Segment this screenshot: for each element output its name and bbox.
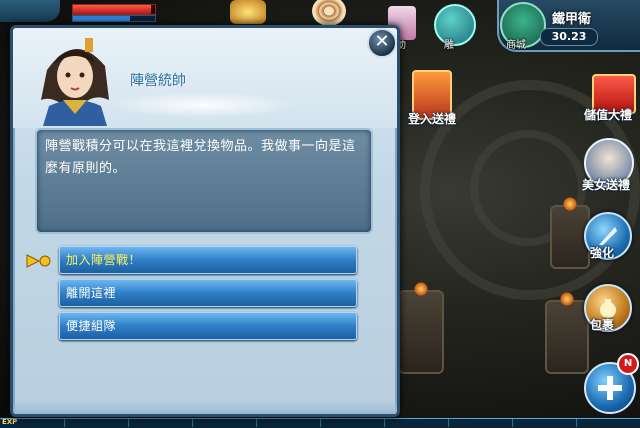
npc-name: 陣營統帥 xyxy=(130,73,186,89)
close-button[interactable]: ✕ xyxy=(367,28,397,58)
bag-label: 包裹 xyxy=(590,318,615,332)
currency-display: 30.23 xyxy=(540,28,598,46)
option-join-faction-war[interactable]: 加入陣營戰！ xyxy=(59,246,357,274)
dialog-bottom-decoration xyxy=(13,400,397,414)
hp-bar xyxy=(72,4,156,15)
hud-label-statue: 雕 xyxy=(444,40,454,51)
player-frame[interactable] xyxy=(0,0,60,22)
option-label: 加入陣營戰！ xyxy=(66,253,142,267)
statue-icon[interactable] xyxy=(434,4,476,46)
avatar-gift-label: 美女送禮 xyxy=(582,178,631,192)
dialog-text-box: 陣營戰積分可以在我這裡兌換物品。我做事一向是這麼有原則的。 xyxy=(35,128,373,234)
exp-segment-divider xyxy=(256,419,257,427)
gold-pile-icon[interactable] xyxy=(230,0,266,24)
mp-fill xyxy=(73,16,131,21)
exp-label: EXP xyxy=(2,418,18,426)
exp-segment-divider xyxy=(320,419,321,427)
mp-bar xyxy=(72,15,156,22)
topup-gift-label: 儲值大禮 xyxy=(584,108,633,122)
npc-dialog-text: 陣營戰積分可以在我這裡兌換物品。我做事一向是這麼有原則的。 xyxy=(45,139,356,176)
option-label: 便捷組隊 xyxy=(66,319,117,333)
login-gift-label: 登入送禮 xyxy=(408,112,457,126)
header-decoration xyxy=(108,92,298,118)
exp-segment-divider xyxy=(384,419,385,427)
npc-dialog: 陣營統帥 ✕ 陣營戰積分可以在我這裡兌換物品。我做事一向是這麼有原則的。 加入陣… xyxy=(10,25,400,417)
exp-segment-divider xyxy=(576,419,577,427)
option-label: 離開這裡 xyxy=(66,286,117,300)
selection-arrow-icon xyxy=(26,254,51,268)
exp-segment-divider xyxy=(64,419,65,427)
npc-portrait xyxy=(41,38,109,126)
exp-segment-divider xyxy=(512,419,513,427)
exp-segment-divider xyxy=(192,419,193,427)
new-badge: N xyxy=(617,353,639,375)
hud-label-shop: 商城 xyxy=(506,40,526,51)
close-icon: ✕ xyxy=(374,31,390,52)
option-quick-team[interactable]: 便捷組隊 xyxy=(59,312,357,340)
exp-segment-divider xyxy=(448,419,449,427)
hp-fill xyxy=(73,5,151,14)
enhance-label: 強化 xyxy=(590,246,615,260)
server-name: 鐵甲衛 xyxy=(552,12,592,27)
stone-pillar xyxy=(398,282,444,374)
exp-segment-divider xyxy=(128,419,129,427)
option-leave[interactable]: 離開這裡 xyxy=(59,279,357,307)
plus-icon xyxy=(598,376,622,400)
stone-pillar xyxy=(545,292,589,374)
